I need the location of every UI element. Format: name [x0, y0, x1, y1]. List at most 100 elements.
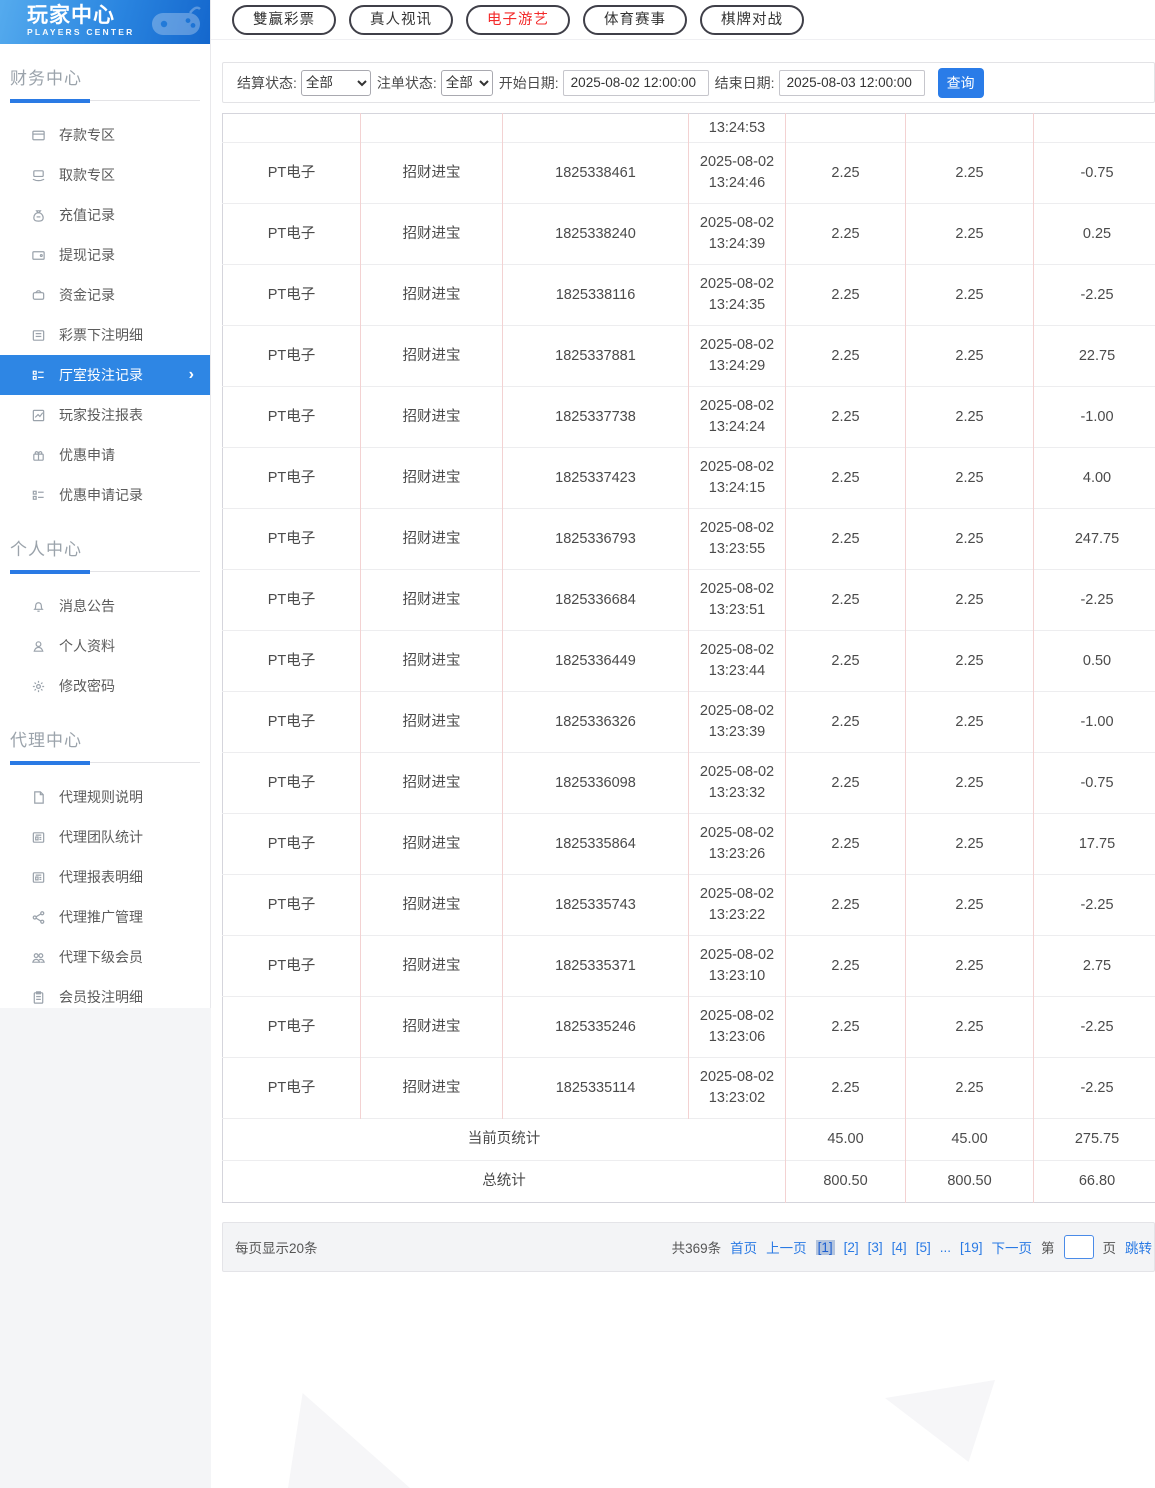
- table-row: PT电子招财进宝18253381162025-08-0213:24:352.25…: [223, 265, 1155, 326]
- table-cell: 13:24:53: [689, 114, 786, 143]
- page-links: [1] [2] [3] [4] [5]... [19]: [816, 1240, 983, 1255]
- sidebar-item[interactable]: 充值记录: [0, 195, 210, 235]
- table-cell: 2025-08-0213:23:10: [689, 936, 786, 997]
- table-cell: 2.25: [906, 326, 1034, 387]
- page-number-link[interactable]: [5]: [916, 1240, 931, 1255]
- sidebar-item[interactable]: 代理下级会员: [0, 937, 210, 977]
- page-number-link[interactable]: [3]: [868, 1240, 883, 1255]
- table-cell: 1825338240: [503, 204, 689, 265]
- prev-page-link[interactable]: 上一页: [766, 1237, 807, 1257]
- table-cell: 2.25: [906, 448, 1034, 509]
- sidebar-item[interactable]: 修改密码: [0, 666, 210, 706]
- next-page-link[interactable]: 下一页: [992, 1237, 1033, 1257]
- total-count-label: 共369条: [672, 1237, 722, 1257]
- sidebar-item-label: 充值记录: [59, 205, 115, 225]
- top-nav-tab[interactable]: 雙赢彩票: [232, 5, 336, 35]
- top-nav-tab[interactable]: 电子游艺: [466, 5, 570, 35]
- sidebar-item[interactable]: 彩票下注明细: [0, 315, 210, 355]
- page-number-link[interactable]: [1]: [816, 1240, 835, 1255]
- sidebar-item[interactable]: 个人资料: [0, 626, 210, 666]
- first-page-link[interactable]: 首页: [730, 1237, 757, 1257]
- table-cell: 2025-08-0213:23:26: [689, 814, 786, 875]
- table-cell: 招财进宝: [361, 204, 503, 265]
- sidebar-item[interactable]: 消息公告: [0, 586, 210, 626]
- table-row: PT电子招财进宝18253378812025-08-0213:24:292.25…: [223, 326, 1155, 387]
- end-date-input[interactable]: [779, 70, 925, 96]
- table-row: PT电子招财进宝18253384612025-08-0213:24:462.25…: [223, 143, 1155, 204]
- sidebar-item[interactable]: 代理推广管理: [0, 897, 210, 937]
- table-cell: 800.50: [786, 1161, 906, 1203]
- sidebar-item[interactable]: 代理报表明细: [0, 857, 210, 897]
- start-date-input[interactable]: [563, 70, 709, 96]
- table-cell: PT电子: [223, 570, 361, 631]
- table-cell: 2025-08-0213:23:55: [689, 509, 786, 570]
- table-cell: 2.25: [786, 997, 906, 1058]
- top-nav-tab[interactable]: 棋牌对战: [700, 5, 804, 35]
- table-cell: -2.25: [1034, 570, 1155, 631]
- sidebar-item[interactable]: 玩家投注报表: [0, 395, 210, 435]
- table-cell: 招财进宝: [361, 326, 503, 387]
- sidebar-item-label: 彩票下注明细: [59, 325, 143, 345]
- jump-prefix-label: 第: [1041, 1237, 1055, 1257]
- page-number-link[interactable]: [19]: [960, 1240, 983, 1255]
- table-cell: PT电子: [223, 997, 361, 1058]
- sidebar-item[interactable]: 厅室投注记录›: [0, 355, 210, 395]
- table-cell: 2.25: [786, 204, 906, 265]
- page-ellipsis[interactable]: ...: [940, 1240, 951, 1255]
- table-cell: 1825337881: [503, 326, 689, 387]
- table-cell: 2.25: [906, 814, 1034, 875]
- table-cell: 招财进宝: [361, 814, 503, 875]
- top-nav-tab[interactable]: 体育赛事: [583, 5, 687, 35]
- jump-go-link[interactable]: 跳转: [1125, 1237, 1152, 1257]
- table-cell: 1825336684: [503, 570, 689, 631]
- table-cell: 2.25: [906, 204, 1034, 265]
- table-cell: 1825335114: [503, 1058, 689, 1119]
- sidebar-item[interactable]: 取款专区: [0, 155, 210, 195]
- sidebar-item[interactable]: 代理规则说明: [0, 777, 210, 817]
- table-cell: 2.25: [906, 753, 1034, 814]
- section-divider: [10, 569, 200, 572]
- settle-status-select[interactable]: 全部: [301, 70, 371, 96]
- deposit-icon: [30, 127, 46, 143]
- sidebar-section-title: 代理中心: [10, 726, 200, 751]
- sidebar-item[interactable]: 优惠申请记录: [0, 475, 210, 515]
- sidebar-item[interactable]: 存款专区: [0, 115, 210, 155]
- table-cell: [503, 114, 689, 143]
- sidebar-item[interactable]: 优惠申请: [0, 435, 210, 475]
- table-cell: 2.25: [786, 509, 906, 570]
- top-nav-tab[interactable]: 真人视讯: [349, 5, 453, 35]
- table-cell: 66.80: [1034, 1161, 1155, 1203]
- table-cell: 2.25: [906, 875, 1034, 936]
- table-row: PT电子招财进宝18253360982025-08-0213:23:322.25…: [223, 753, 1155, 814]
- pagination-controls: 共369条 首页 上一页 [1][2][3][4][5]...[19] 下一页 …: [672, 1235, 1152, 1259]
- table-cell: 招财进宝: [361, 936, 503, 997]
- profile-icon: [30, 638, 46, 654]
- table-row: PT电子招财进宝18253357432025-08-0213:23:222.25…: [223, 875, 1155, 936]
- table-cell: 2.25: [906, 387, 1034, 448]
- sidebar-item[interactable]: 提现记录: [0, 235, 210, 275]
- table-cell: 2.25: [906, 692, 1034, 753]
- table-cell: -0.75: [1034, 143, 1155, 204]
- order-status-select[interactable]: 全部: [441, 70, 493, 96]
- table-cell: 2025-08-0213:24:46: [689, 143, 786, 204]
- table-cell: PT电子: [223, 387, 361, 448]
- table-cell: 2025-08-0213:24:15: [689, 448, 786, 509]
- sidebar-item[interactable]: 代理团队统计: [0, 817, 210, 857]
- bet-table-body: 13:24:53PT电子招财进宝18253384612025-08-0213:2…: [223, 114, 1155, 1203]
- page-number-link[interactable]: [2]: [844, 1240, 859, 1255]
- funds-record-icon: [30, 287, 46, 303]
- table-cell: PT电子: [223, 814, 361, 875]
- page-number-link[interactable]: [4]: [892, 1240, 907, 1255]
- table-cell: 招财进宝: [361, 997, 503, 1058]
- sidebar-item[interactable]: 资金记录: [0, 275, 210, 315]
- query-button[interactable]: 查询: [938, 68, 984, 98]
- table-cell: [223, 114, 361, 143]
- table-row: PT电子招财进宝18253367932025-08-0213:23:552.25…: [223, 509, 1155, 570]
- sidebar-item-label: 优惠申请记录: [59, 485, 143, 505]
- sidebar-item-label: 消息公告: [59, 596, 115, 616]
- jump-page-input[interactable]: [1064, 1235, 1094, 1259]
- table-cell: -2.25: [1034, 265, 1155, 326]
- table-cell: 2025-08-0213:24:35: [689, 265, 786, 326]
- table-row: PT电子招财进宝18253353712025-08-0213:23:102.25…: [223, 936, 1155, 997]
- table-row: PT电子招财进宝18253352462025-08-0213:23:062.25…: [223, 997, 1155, 1058]
